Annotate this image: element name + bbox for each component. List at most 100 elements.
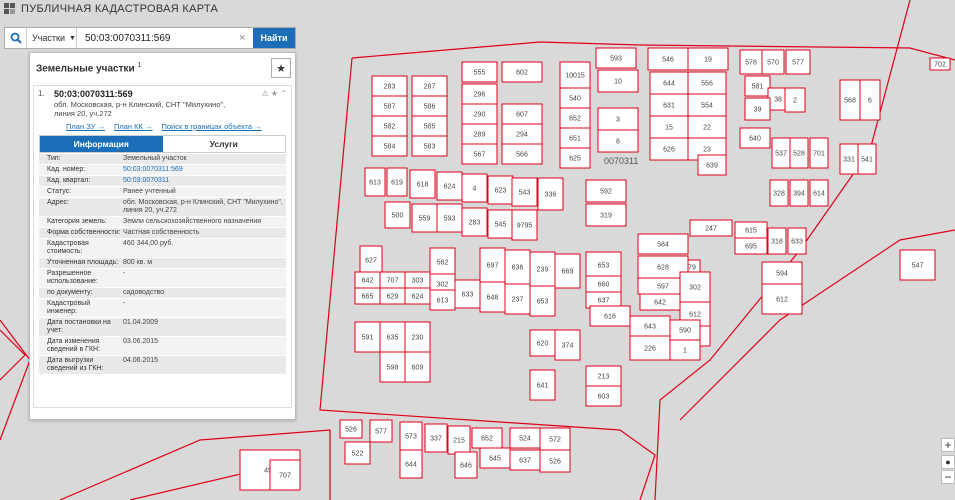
- favorite-star-button[interactable]: ★: [271, 58, 291, 78]
- parcel-label: 624: [412, 294, 424, 301]
- property-key: Форма собственности:: [47, 229, 121, 236]
- search-type-select[interactable]: Участки ▼: [27, 28, 77, 48]
- property-row: Категория земель: Земли сельскохозяйствен…: [39, 217, 286, 228]
- parcel-label: 707: [387, 278, 399, 285]
- parcel-label: 702: [934, 62, 946, 69]
- property-value: 03.06.2015: [123, 338, 159, 345]
- parcel-label: 582: [384, 124, 396, 131]
- property-value: 800 кв. м: [123, 259, 153, 266]
- parcel-label: 623: [495, 188, 507, 195]
- search-in-bounds-link[interactable]: Поиск в границах объекта →: [161, 122, 261, 131]
- results-count: 1: [137, 61, 142, 69]
- parcel-label: 570: [767, 60, 779, 67]
- parcel-label: 612: [689, 312, 701, 319]
- parcel-label: 328: [773, 191, 785, 198]
- parcel-label: 633: [791, 239, 803, 246]
- property-value: Земли сельскохозяйственного назначения: [123, 218, 262, 225]
- parcel-label: 660: [598, 282, 610, 289]
- parcel-label: 587: [384, 104, 396, 111]
- search-icon[interactable]: [5, 28, 27, 48]
- parcel-label: 648: [487, 295, 499, 302]
- zoom-level-icon[interactable]: ●: [941, 455, 955, 469]
- parcel-label: 618: [417, 182, 429, 189]
- zoom-in-button[interactable]: +: [941, 438, 955, 452]
- info-tabs: Информация Услуги: [39, 135, 286, 153]
- property-value: 01.04.2009: [123, 319, 159, 326]
- parcel-label: 394: [793, 191, 805, 198]
- parcel-label: 537: [775, 151, 787, 158]
- parcel-label: 283: [384, 84, 396, 91]
- parcel-label: 303: [412, 278, 424, 285]
- property-value: 460 344,00 руб.: [123, 240, 174, 247]
- plan-kk-link[interactable]: План КК →: [114, 122, 153, 131]
- property-value[interactable]: 50:03:0070311: [121, 176, 286, 186]
- parcel-label: 593: [444, 216, 456, 223]
- parcel-label: 283: [469, 220, 481, 227]
- parcel-label: 337: [430, 436, 442, 443]
- parcel-label: 669: [562, 269, 574, 276]
- parcel-label: 635: [387, 335, 399, 342]
- zoom-out-button[interactable]: −: [941, 470, 955, 484]
- property-key: Категория земель:: [47, 218, 107, 225]
- parcel-label: 651: [569, 136, 581, 143]
- parcel-label: 230: [412, 335, 424, 342]
- plan-zu-link[interactable]: План ЗУ →: [66, 122, 105, 131]
- parcel-label: 616: [604, 314, 616, 321]
- parcel-label: 593: [610, 56, 622, 63]
- property-value: -: [123, 300, 126, 307]
- parcel-label: 213: [598, 374, 610, 381]
- clear-icon[interactable]: ×: [239, 28, 253, 48]
- parcel-label: 697: [487, 263, 499, 270]
- tab-information[interactable]: Информация: [40, 136, 163, 152]
- parcel-label: 613: [437, 298, 449, 305]
- parcel-label: 572: [549, 437, 561, 444]
- parcel-label: 591: [362, 335, 374, 342]
- parcel-label: 644: [663, 81, 675, 88]
- parcel-label: 289: [474, 132, 486, 139]
- parcel-label: 615: [745, 228, 757, 235]
- parcel-label: 336: [545, 192, 557, 199]
- caret-down-icon: ▼: [69, 34, 76, 42]
- parcel-label: 4: [473, 186, 477, 193]
- property-row: Статус: Ранее учтенный: [39, 187, 286, 198]
- parcel-label: 645: [489, 456, 501, 463]
- property-row: Тип: Земельный участок: [39, 154, 286, 165]
- parcel-label: 620: [537, 341, 549, 348]
- parcel-label: 573: [405, 434, 417, 441]
- parcel-label: 528: [793, 151, 805, 158]
- parcel-label: 22: [703, 125, 711, 132]
- parcel-label: 641: [537, 383, 549, 390]
- parcel-label: 319: [600, 213, 612, 220]
- parcel-label: 665: [362, 294, 374, 301]
- property-row: Дата выгрузки сведений из ГКН: 04.06.2015: [39, 356, 286, 375]
- result-address: обл. Московская, р-н Клинский, СНТ "Милу…: [54, 100, 226, 118]
- property-row: Кад. квартал: 50:03:0070311: [39, 176, 286, 187]
- find-button[interactable]: Найти: [253, 28, 295, 48]
- property-value[interactable]: 50:03:0070311:569: [121, 165, 286, 175]
- parcel-label: 290: [474, 112, 486, 119]
- parcel-label: 540: [569, 96, 581, 103]
- result-number: 1.: [38, 89, 45, 98]
- item-toolbar-icons[interactable]: ⚠ ★ ⌃: [262, 89, 288, 118]
- property-key: Дата выгрузки сведений из ГКН:: [47, 357, 104, 372]
- property-value: -: [123, 270, 126, 277]
- parcel-label: 597: [657, 284, 669, 291]
- parcel-label: 613: [369, 180, 381, 187]
- parcel-label: 23: [703, 147, 711, 154]
- search-input[interactable]: [77, 28, 239, 48]
- parcel-label: 584: [657, 242, 669, 249]
- property-value: Ранее учтенный: [123, 188, 176, 195]
- parcel-label: 640: [749, 136, 761, 143]
- tab-services[interactable]: Услуги: [162, 136, 285, 152]
- result-cad-number[interactable]: 50:03:0070311:569: [54, 89, 262, 99]
- parcel-label: 526: [345, 427, 357, 434]
- parcel-label: 302: [689, 285, 701, 292]
- parcel-label: 524: [519, 436, 531, 443]
- property-row: Уточненная площадь: 800 кв. м: [39, 258, 286, 269]
- property-key: Адрес:: [47, 199, 69, 206]
- parcel-label: 2: [793, 98, 797, 105]
- parcel-label: 331: [843, 157, 855, 164]
- parcel-label: 555: [474, 70, 486, 77]
- parcel-label: 637: [519, 458, 531, 465]
- parcel-label: 562: [437, 260, 449, 267]
